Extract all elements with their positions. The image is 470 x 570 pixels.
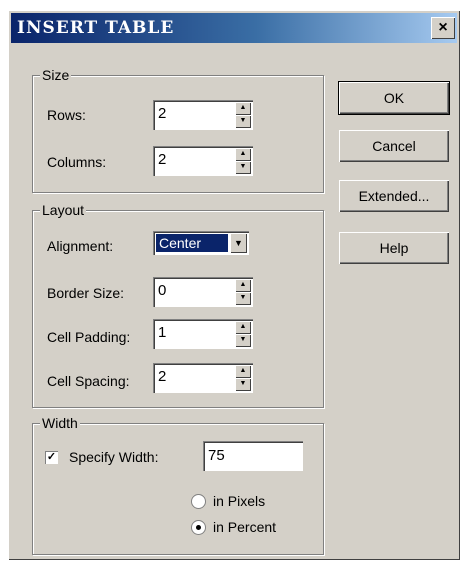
radio-selected-dot [196,525,201,530]
cell-padding-spinner[interactable]: 1 ▲ ▼ [153,319,253,349]
rows-down-icon[interactable]: ▼ [235,115,251,128]
padding-down-icon[interactable]: ▼ [235,334,251,347]
chevron-down-icon[interactable]: ▼ [230,233,247,253]
columns-up-icon[interactable]: ▲ [235,148,251,161]
width-value: 75 [208,447,225,464]
cell-spacing-label: Cell Spacing: [47,373,130,389]
in-pixels-label[interactable]: in Pixels [213,493,265,509]
layout-group: Layout Alignment: Center ▼ Border Size: … [32,202,324,408]
columns-value: 2 [158,151,167,168]
cell-spacing-spinner[interactable]: 2 ▲ ▼ [153,363,253,393]
cell-padding-value: 1 [158,324,167,341]
columns-spinner[interactable]: 2 ▲ ▼ [153,146,253,176]
border-down-icon[interactable]: ▼ [235,292,251,305]
width-group-label: Width [40,415,80,431]
width-input[interactable]: 75 [203,441,303,471]
cancel-button[interactable]: Cancel [339,130,449,162]
rows-label: Rows: [47,107,86,123]
alignment-value: Center [156,234,228,252]
in-percent-label[interactable]: in Percent [213,519,276,535]
window-title: INSERT TABLE [17,18,175,38]
size-group: Size Rows: 2 ▲ ▼ Columns: 2 ▲ ▼ [32,67,324,193]
extended-button[interactable]: Extended... [339,180,449,212]
columns-down-icon[interactable]: ▼ [235,161,251,174]
close-button[interactable]: × [431,17,455,39]
border-size-value: 0 [158,282,167,299]
rows-up-icon[interactable]: ▲ [235,102,251,115]
rows-value: 2 [158,105,167,122]
width-group: Width ✓ Specify Width: 75 in Pixels in P… [32,415,324,555]
spacing-up-icon[interactable]: ▲ [235,365,251,378]
specify-width-checkbox[interactable]: ✓ [45,451,58,464]
layout-group-label: Layout [40,202,87,218]
title-bar[interactable]: INSERT TABLE × [11,13,457,43]
rows-spinner[interactable]: 2 ▲ ▼ [153,100,253,130]
in-percent-radio[interactable] [191,520,206,535]
border-up-icon[interactable]: ▲ [235,279,251,292]
alignment-label: Alignment: [47,238,114,254]
help-button[interactable]: Help [339,232,449,264]
insert-table-dialog: INSERT TABLE × Size Rows: 2 ▲ ▼ Columns:… [8,10,460,560]
check-icon: ✓ [46,451,57,463]
ok-button[interactable]: OK [338,81,450,115]
spacing-down-icon[interactable]: ▼ [235,378,251,391]
in-pixels-radio[interactable] [191,494,206,509]
columns-label: Columns: [47,154,107,170]
border-size-label: Border Size: [47,285,125,301]
cell-padding-label: Cell Padding: [47,329,131,345]
alignment-select[interactable]: Center ▼ [153,231,249,255]
specify-width-label[interactable]: Specify Width: [69,449,158,465]
padding-up-icon[interactable]: ▲ [235,321,251,334]
cell-spacing-value: 2 [158,368,167,385]
size-group-label: Size [40,67,72,83]
border-size-spinner[interactable]: 0 ▲ ▼ [153,277,253,307]
